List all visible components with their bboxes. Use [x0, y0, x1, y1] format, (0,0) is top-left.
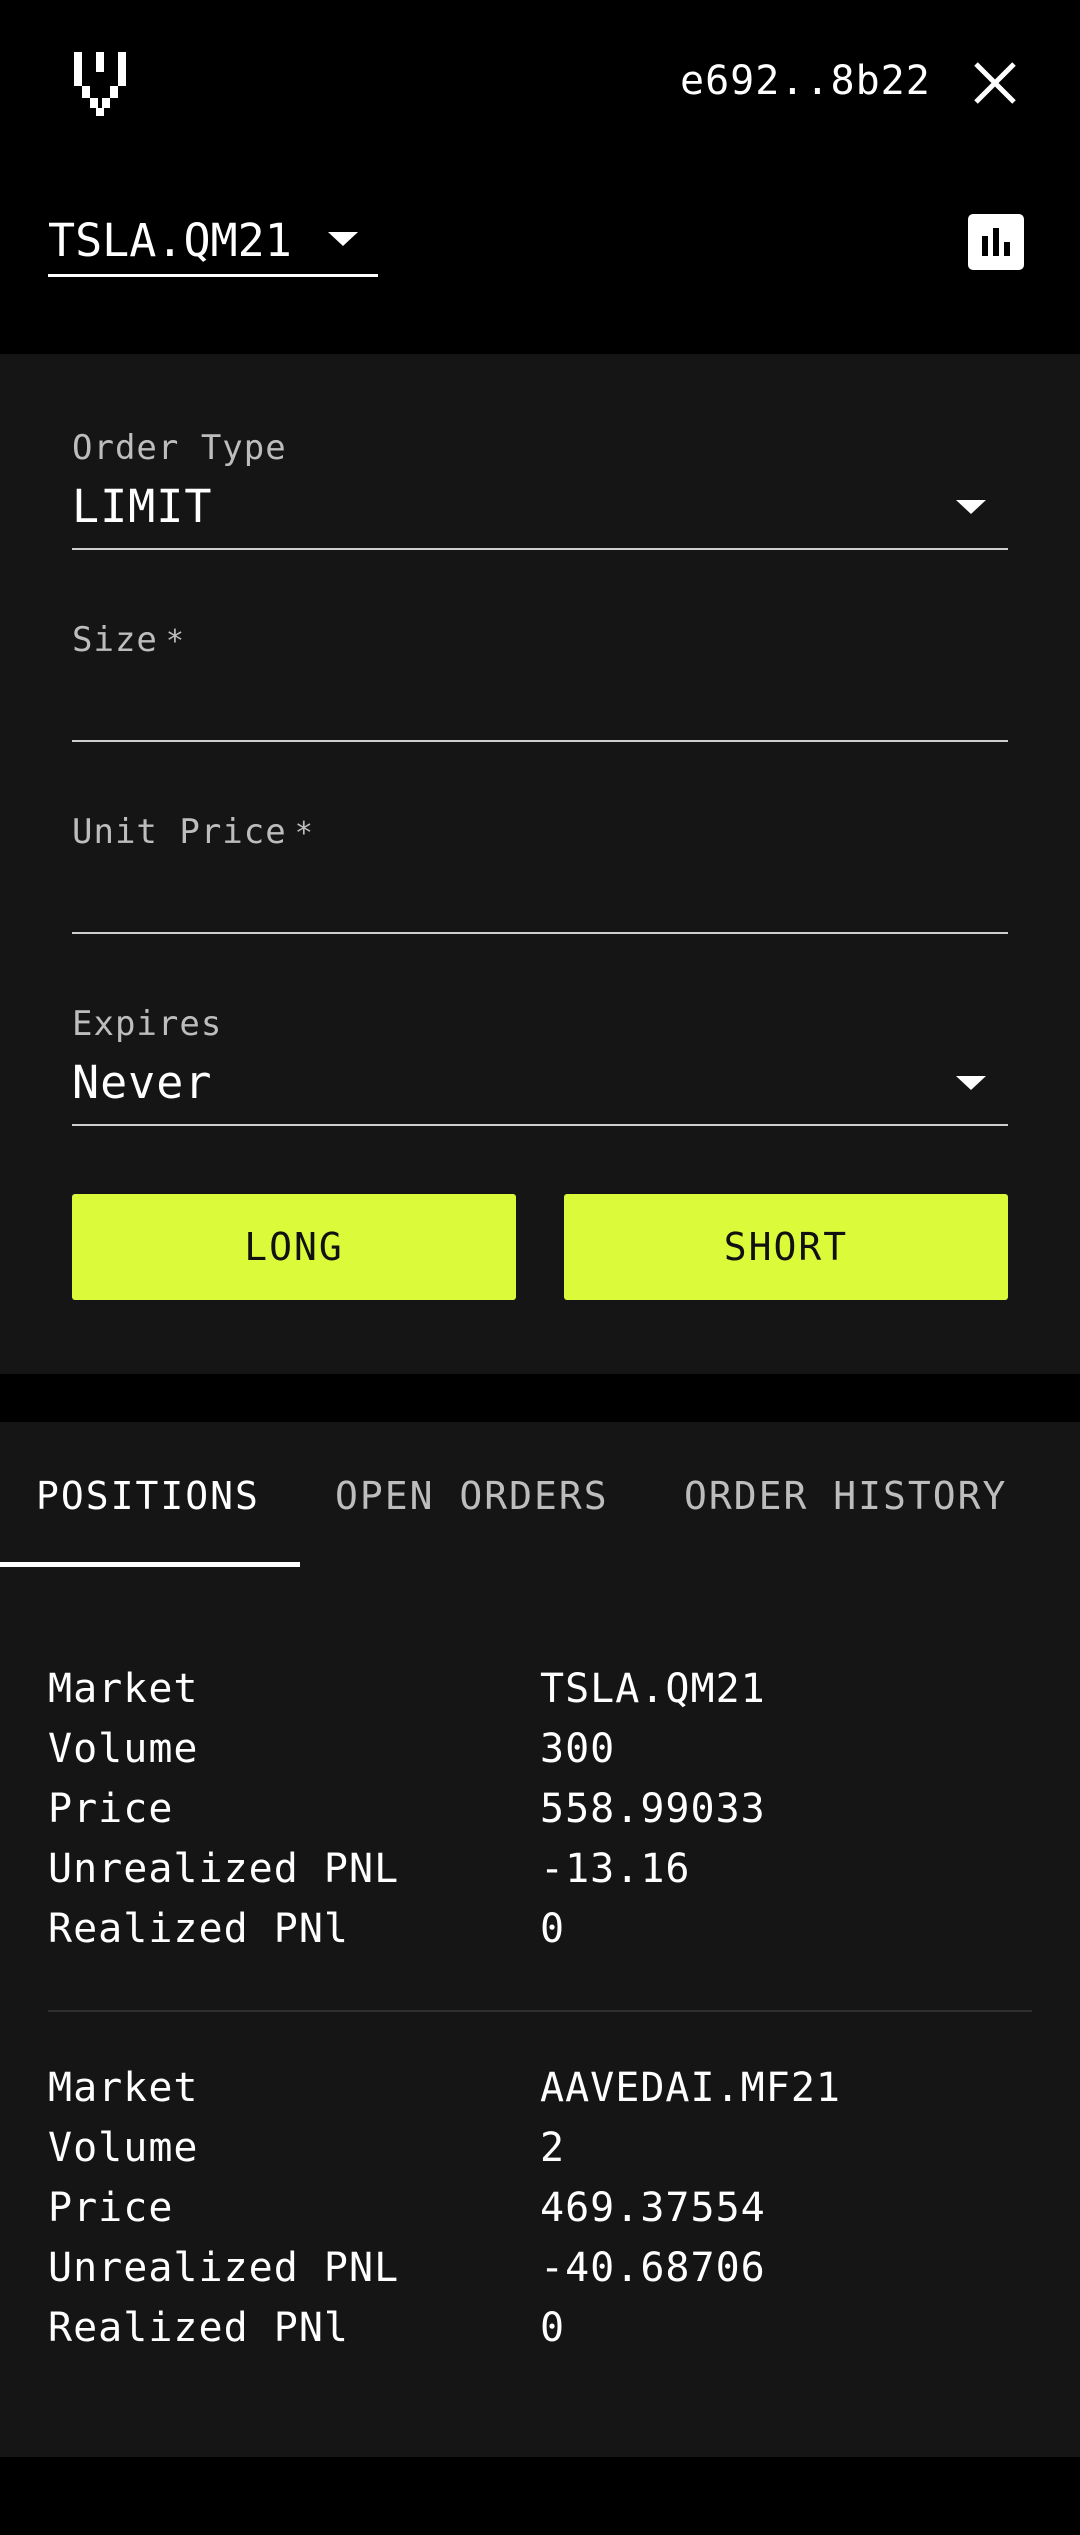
size-label: Size * [72, 620, 185, 660]
position-realized-pnl: 0 [540, 2305, 566, 2351]
market-select-value: TSLA.QM21 [48, 214, 292, 267]
tab-order-history[interactable]: ORDER HISTORY [684, 1474, 1007, 1518]
position-item: Market TSLA.QM21 Volume 300 Price 558.99033… [48, 1666, 1032, 1966]
short-button[interactable]: SHORT [564, 1194, 1008, 1300]
position-price: 469.37554 [540, 2185, 766, 2231]
position-realized-pnl: 0 [540, 1906, 566, 1952]
position-row-price: Price 558.99033 [48, 1786, 766, 1832]
required-mark: * [294, 816, 314, 851]
expires-value: Never [72, 1056, 213, 1109]
position-item: Market AAVEDAI.MF21 Volume 2 Price 469.3755… [48, 2065, 1032, 2365]
chart-button[interactable] [968, 214, 1024, 270]
required-mark: * [165, 624, 185, 659]
position-market: AAVEDAI.MF21 [540, 2065, 841, 2111]
chevron-down-icon [956, 1076, 986, 1090]
position-unrealized-pnl: -40.68706 [540, 2245, 766, 2291]
position-row-price: Price 469.37554 [48, 2185, 766, 2231]
position-price: 558.99033 [540, 1786, 766, 1832]
position-row-volume: Volume 300 [48, 1726, 616, 1772]
position-row-realized-pnl: Realized PNl 0 [48, 1906, 566, 1952]
divider [48, 2010, 1032, 2012]
position-market: TSLA.QM21 [540, 1666, 766, 1712]
position-row-volume: Volume 2 [48, 2125, 566, 2171]
market-select[interactable]: TSLA.QM21 [48, 214, 378, 277]
position-volume: 300 [540, 1726, 616, 1772]
close-icon[interactable] [970, 58, 1020, 108]
top-bar: e692..8b22 [0, 0, 1080, 170]
chevron-down-icon [328, 232, 358, 246]
order-form: Order Type LIMIT Size * Unit Price * Expir… [0, 354, 1080, 1374]
order-type-select[interactable]: Order Type LIMIT [72, 428, 1008, 550]
long-button[interactable]: LONG [72, 1194, 516, 1300]
expires-label: Expires [72, 1004, 223, 1044]
tabs: POSITIONS OPEN ORDERS ORDER HISTORY [0, 1422, 1080, 1567]
tab-open-orders[interactable]: OPEN ORDERS [335, 1474, 609, 1518]
market-row: TSLA.QM21 [0, 170, 1080, 354]
chevron-down-icon [956, 500, 986, 514]
wallet-address[interactable]: e692..8b22 [680, 58, 931, 104]
bar-chart-icon [982, 228, 1010, 256]
order-type-label: Order Type [72, 428, 287, 468]
unit-price-field[interactable]: Unit Price * [72, 812, 1008, 934]
position-row-market: Market TSLA.QM21 [48, 1666, 766, 1712]
position-volume: 2 [540, 2125, 566, 2171]
position-unrealized-pnl: -13.16 [540, 1846, 691, 1892]
position-row-market: Market AAVEDAI.MF21 [48, 2065, 841, 2111]
order-type-value: LIMIT [72, 480, 213, 533]
unit-price-label: Unit Price * [72, 812, 314, 852]
position-row-unrealized-pnl: Unrealized PNL -13.16 [48, 1846, 691, 1892]
pixel-v-logo[interactable] [70, 52, 128, 116]
tab-positions[interactable]: POSITIONS [36, 1474, 260, 1518]
positions-list: Market TSLA.QM21 Volume 300 Price 558.99033… [0, 1567, 1080, 2457]
expires-select[interactable]: Expires Never [72, 1004, 1008, 1126]
position-row-unrealized-pnl: Unrealized PNL -40.68706 [48, 2245, 766, 2291]
position-row-realized-pnl: Realized PNl 0 [48, 2305, 566, 2351]
size-field[interactable]: Size * [72, 620, 1008, 742]
